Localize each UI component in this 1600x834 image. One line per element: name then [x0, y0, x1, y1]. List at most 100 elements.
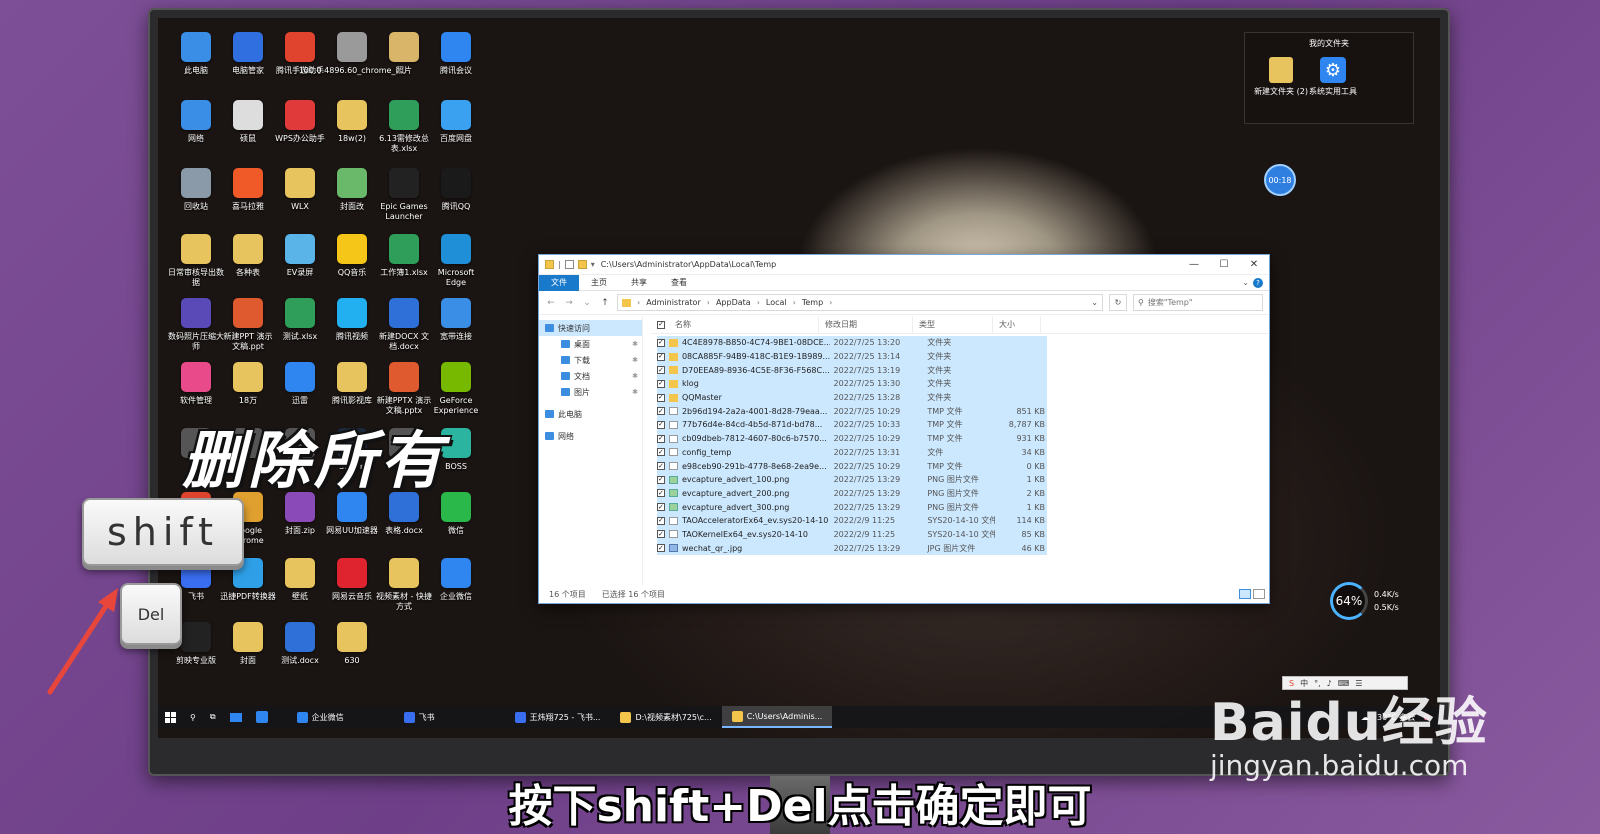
minimize-button[interactable]: —: [1179, 255, 1209, 275]
network-speed-widget[interactable]: 64% 0.4K/s 0.5K/s: [1330, 582, 1418, 622]
maximize-button[interactable]: ☐: [1209, 255, 1239, 275]
desktop-shortcut[interactable]: 腾讯影视库: [324, 362, 380, 406]
row-checkbox[interactable]: ✓: [657, 338, 665, 347]
row-checkbox[interactable]: ✓: [657, 489, 665, 498]
file-row[interactable]: ✓ evcapture_advert_100.png 2022/7/25 13:29…: [657, 472, 1047, 487]
help-icon[interactable]: ?: [1253, 277, 1263, 288]
file-row[interactable]: ✓ wechat_qr_.jpg 2022/7/25 13:29 JPG 图片文件 46…: [657, 541, 1047, 555]
search-box[interactable]: ⚲: [1133, 294, 1263, 311]
recording-timer[interactable]: 00:18: [1264, 164, 1296, 196]
desktop-shortcut[interactable]: 迅雷: [272, 362, 328, 406]
chevron-down-icon[interactable]: ⌄: [1091, 298, 1098, 307]
desktop-shortcut[interactable]: 百度网盘: [428, 100, 484, 144]
desktop-shortcut[interactable]: WPS办公助手: [272, 100, 328, 144]
row-checkbox[interactable]: ✓: [657, 420, 665, 429]
desktop-shortcut[interactable]: 封面改: [324, 168, 380, 212]
desktop-shortcut[interactable]: 18w(2): [324, 100, 380, 144]
file-row[interactable]: ✓ 08CA885F-94B9-418C-B1E9-1B989... 2022/7/…: [657, 349, 1047, 364]
search-input[interactable]: [1147, 298, 1248, 307]
desktop-shortcut[interactable]: GeForce Experience: [428, 362, 484, 416]
file-row[interactable]: ✓ config_temp 2022/7/25 13:31 文件 34 KB: [657, 445, 1047, 460]
pin-icon[interactable]: ✱: [632, 388, 638, 396]
breadcrumb-appdata[interactable]: AppData: [716, 298, 751, 307]
nav-item[interactable]: 网络: [539, 428, 642, 444]
tab-view[interactable]: 查看: [659, 275, 699, 291]
properties-icon[interactable]: [564, 260, 574, 269]
row-checkbox[interactable]: ✓: [657, 448, 665, 457]
desktop-shortcut[interactable]: 硕鼠: [220, 100, 276, 144]
breadcrumb-temp[interactable]: Temp: [802, 298, 823, 307]
refresh-icon[interactable]: ↻: [1109, 294, 1127, 311]
file-row[interactable]: ✓ 2b96d194-2a2a-4001-8d28-79eaa... 2022/7/…: [657, 404, 1047, 419]
file-row[interactable]: ✓ evcapture_advert_300.png 2022/7/25 13:29…: [657, 500, 1047, 514]
file-row[interactable]: ✓ TAOKernelEx64_ev.sys20-14-10 2022/2/9 11…: [657, 527, 1047, 542]
back-arrow-icon[interactable]: ←: [545, 298, 557, 308]
pin-icon[interactable]: ✱: [632, 356, 638, 364]
thunder-icon[interactable]: [249, 706, 275, 728]
desktop-shortcut[interactable]: 新建PPTX 演示文稿.pptx: [376, 362, 432, 416]
desktop-shortcut[interactable]: 6.13需修改总表.xlsx: [376, 100, 432, 154]
address-bar[interactable]: › Administrator › AppData › Local › Temp…: [617, 294, 1103, 311]
row-checkbox[interactable]: ✓: [657, 407, 665, 416]
file-row[interactable]: ✓ 4C4E8978-B850-4C74-9BE1-08DCE... 2022/7/…: [657, 336, 1047, 350]
chevron-right-icon[interactable]: ›: [637, 298, 640, 307]
row-checkbox[interactable]: ✓: [657, 530, 665, 539]
chevron-right-icon[interactable]: ›: [829, 298, 832, 307]
taskbar-app[interactable]: C:\Users\Adminis...: [721, 706, 833, 728]
nav-item[interactable]: 此电脑: [539, 406, 642, 422]
nav-item[interactable]: 快速访问: [539, 320, 642, 336]
desktop-shortcut[interactable]: 测试.xlsx: [272, 298, 328, 342]
taskbar-app[interactable]: D:\视频素材\725\c...: [610, 706, 721, 728]
desktop-shortcut[interactable]: 企业微信: [428, 558, 484, 602]
desktop-shortcut[interactable]: 此电脑: [168, 32, 224, 76]
expand-ribbon-icon[interactable]: ⌄: [1242, 278, 1249, 287]
large-icons-view-icon[interactable]: [1253, 589, 1265, 599]
nav-item[interactable]: 桌面 ✱: [539, 336, 642, 352]
desktop-shortcut[interactable]: 喜马拉雅: [220, 168, 276, 212]
select-all-checkbox[interactable]: ✓: [657, 320, 665, 329]
taskbar-app[interactable]: 飞书: [394, 706, 445, 728]
desktop-shortcut[interactable]: 腾讯视频: [324, 298, 380, 342]
desktop-shortcut[interactable]: 测试.docx: [272, 622, 328, 666]
task-view-icon[interactable]: ⧉: [203, 706, 223, 728]
row-checkbox[interactable]: ✓: [657, 393, 665, 402]
desktop-shortcut[interactable]: 照片: [376, 32, 432, 76]
row-checkbox[interactable]: ✓: [657, 462, 665, 471]
row-checkbox[interactable]: ✓: [657, 352, 665, 361]
desktop-shortcut[interactable]: 100.0.4896.60_chrome_i...: [299, 32, 405, 76]
up-arrow-icon[interactable]: ↑: [599, 298, 611, 308]
desktop-shortcut[interactable]: 各种表: [220, 234, 276, 278]
details-view-icon[interactable]: [1239, 589, 1251, 599]
desktop-shortcut[interactable]: 软件管理: [168, 362, 224, 406]
desktop-shortcut[interactable]: 18万: [220, 362, 276, 406]
desktop-shortcut[interactable]: 数码照片压缩大师: [168, 298, 224, 352]
tab-home[interactable]: 主页: [579, 275, 619, 291]
tab-file[interactable]: 文件: [539, 274, 579, 291]
chevron-down-icon[interactable]: ▾: [591, 260, 595, 269]
desktop-shortcut[interactable]: 视频素材 - 快捷方式: [376, 558, 432, 612]
file-row[interactable]: ✓ QQMaster 2022/7/25 13:28 文件夹: [657, 390, 1047, 405]
file-row[interactable]: ✓ cb09dbeb-7812-4607-80c6-b7570... 2022/7/…: [657, 431, 1047, 446]
nav-item[interactable]: 下载 ✱: [539, 352, 642, 368]
chevron-right-icon[interactable]: ›: [707, 298, 710, 307]
file-row[interactable]: ✓ e98ceb90-291b-4778-8e68-2ea9e... 2022/7/…: [657, 459, 1047, 473]
breadcrumb-local[interactable]: Local: [766, 298, 787, 307]
desktop-shortcut[interactable]: Epic Games Launcher: [376, 168, 432, 222]
desktop-shortcut[interactable]: WLX: [272, 168, 328, 212]
row-checkbox[interactable]: ✓: [657, 366, 665, 375]
forward-arrow-icon[interactable]: →: [563, 298, 575, 308]
row-checkbox[interactable]: ✓: [657, 503, 665, 512]
desktop-shortcut[interactable]: 新建DOCX 文档.docx: [376, 298, 432, 352]
row-checkbox[interactable]: ✓: [657, 434, 665, 443]
chevron-right-icon[interactable]: ›: [757, 298, 760, 307]
taskbar-app[interactable]: 王炜翔725 - 飞书...: [505, 706, 611, 728]
desktop-shortcut[interactable]: 封面: [220, 622, 276, 666]
desktop-shortcut[interactable]: 壁纸: [272, 558, 328, 602]
desktop-shortcut[interactable]: EV录屏: [272, 234, 328, 278]
file-row[interactable]: ✓ klog 2022/7/25 13:30 文件夹: [657, 377, 1047, 391]
desktop-shortcut[interactable]: 630: [324, 622, 380, 666]
system-tools-shortcut[interactable]: ⚙ 系统实用工具: [1305, 57, 1361, 97]
breadcrumb-administrator[interactable]: Administrator: [646, 298, 701, 307]
column-type[interactable]: 类型: [913, 315, 993, 334]
desktop-shortcut[interactable]: 宽带连接: [428, 298, 484, 342]
